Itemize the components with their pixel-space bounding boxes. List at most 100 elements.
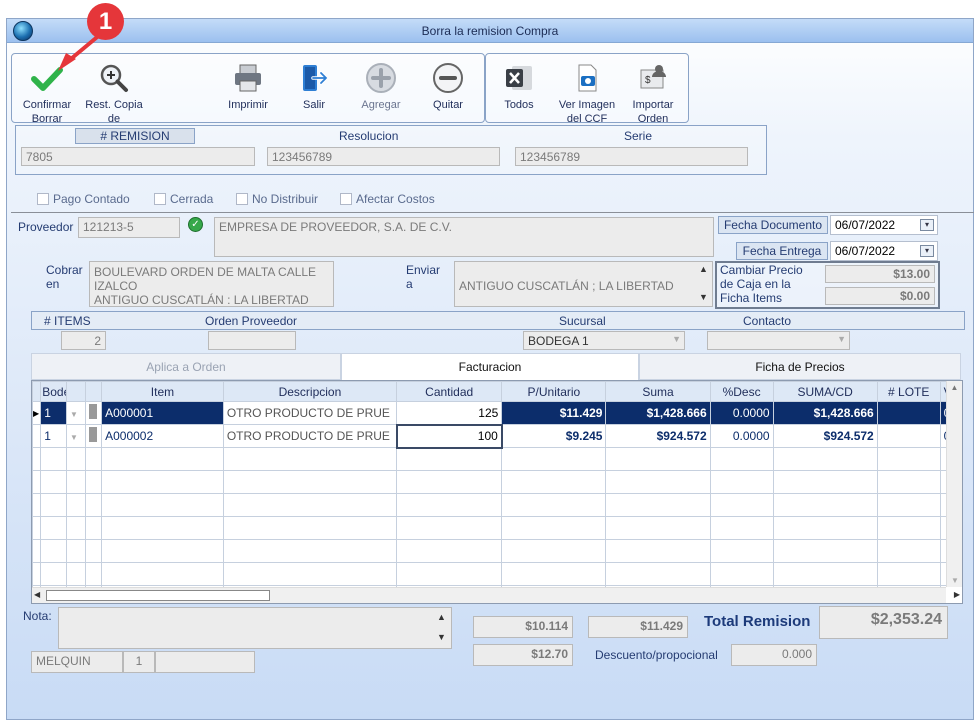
cell-descripcion[interactable]: OTRO PRODUCTO DE PRUE <box>222 401 398 425</box>
table-row[interactable]: ▶ 1 ▼ A000001 OTRO PRODUCTO DE PRUE 125 … <box>32 401 962 425</box>
tab-facturacion[interactable]: Facturacion <box>341 353 639 381</box>
items-count-field: 2 <box>61 331 106 350</box>
no-distribuir-checkbox[interactable]: No Distribuir <box>236 192 318 206</box>
user-extra-field <box>155 651 255 673</box>
cell-suma[interactable]: $924.572 <box>605 424 711 448</box>
col-header-cantidad[interactable]: Cantidad <box>396 381 503 402</box>
tab-ficha-precios[interactable]: Ficha de Precios <box>639 353 961 380</box>
remision-label: # REMISION <box>75 128 195 144</box>
enviar-label: Enviar a <box>406 263 441 291</box>
cell-punitario[interactable]: $11.429 <box>501 401 607 425</box>
cobrar-address-field[interactable]: BOULEVARD ORDEN DE MALTA CALLE IZALCO AN… <box>89 261 334 307</box>
cell-bodega-dropdown[interactable]: ▼ <box>66 424 86 448</box>
cell-suma-cd[interactable]: $924.572 <box>772 424 878 448</box>
tab-aplica-orden[interactable]: Aplica a Orden <box>31 353 341 380</box>
checkbox-label: No Distribuir <box>252 192 319 206</box>
cell-descripcion[interactable]: OTRO PRODUCTO DE PRUE <box>222 424 398 448</box>
descuento-label: Descuento/propocional <box>595 648 718 662</box>
scroll-up-icon[interactable]: ▲ <box>699 264 708 274</box>
export-all-button[interactable]: Todos <box>497 62 541 112</box>
afectar-costos-checkbox[interactable]: Afectar Costos <box>340 192 435 206</box>
items-grid[interactable]: Bodega Item Descripcion Cantidad P/Unita… <box>31 380 963 604</box>
cell-punitario[interactable]: $9.245 <box>501 424 607 448</box>
import-order-button[interactable]: $ Importar Orden <box>627 62 679 126</box>
scroll-down-icon[interactable]: ▼ <box>947 576 962 585</box>
cell-cantidad[interactable]: 100 <box>395 423 503 449</box>
orden-proveedor-field[interactable] <box>208 331 296 350</box>
vertical-scrollbar[interactable]: ▲ ▼ <box>946 381 962 587</box>
cell-item[interactable]: A000002 <box>101 424 224 448</box>
chevron-down-icon: ▼ <box>70 433 78 442</box>
cell-desc-pct[interactable]: 0.0000 <box>709 424 774 448</box>
scroll-thumb[interactable] <box>46 590 270 601</box>
resolucion-field[interactable]: 123456789 <box>267 147 500 166</box>
col-header-bodega[interactable]: Bodega <box>40 381 68 402</box>
remision-field[interactable]: 7805 <box>21 147 255 166</box>
sucursal-select[interactable]: BODEGA 1 ▼ <box>523 331 685 350</box>
col-header-punitario[interactable]: P/Unitario <box>501 381 607 402</box>
nota-field[interactable] <box>58 607 452 649</box>
exit-button[interactable]: Salir <box>290 62 338 112</box>
info-header-bar <box>31 311 965 330</box>
col-header-suma[interactable]: Suma <box>605 381 711 402</box>
calendar-icon: ▾ <box>920 219 934 231</box>
verified-check-icon: ✓ <box>188 217 203 232</box>
window-title: Borra la remision Compra <box>421 24 559 38</box>
cell-desc-pct[interactable]: 0.0000 <box>709 401 774 425</box>
cell-flag[interactable] <box>84 401 103 425</box>
items-count-label: # ITEMS <box>44 314 91 328</box>
pago-contado-checkbox[interactable]: Pago Contado <box>37 192 130 206</box>
col-header-desc-pct[interactable]: %Desc <box>709 381 774 402</box>
cell-flag[interactable] <box>84 424 103 448</box>
add-button[interactable]: Agregar <box>355 62 407 112</box>
fecha-entrega-picker[interactable]: 06/07/2022 ▾ <box>830 241 938 261</box>
confirm-delete-label: Confirmar Borrar <box>22 99 72 125</box>
remove-button[interactable]: Quitar <box>424 62 472 112</box>
fecha-documento-value: 06/07/2022 <box>835 218 896 232</box>
enviar-address-field[interactable]: ANTIGUO CUSCATLÁN ; LA LIBERTAD <box>454 261 713 307</box>
subtotal-value-2: $11.429 <box>588 616 688 638</box>
fecha-documento-picker[interactable]: 06/07/2022 ▾ <box>830 215 938 235</box>
col-header-lote[interactable]: # LOTE <box>876 381 941 402</box>
scroll-up-icon[interactable]: ▲ <box>437 612 446 622</box>
cambiar-precio-value-1[interactable]: $13.00 <box>825 265 935 283</box>
table-row[interactable]: 1 ▼ A000002 OTRO PRODUCTO DE PRUE 100 $9… <box>32 423 962 449</box>
descuento-field[interactable]: 0.000 <box>731 644 817 666</box>
scroll-left-icon[interactable]: ◀ <box>34 590 40 599</box>
view-image-button[interactable]: Ver Imagen del CCF <box>555 62 619 126</box>
cell-suma[interactable]: $1,428.666 <box>605 401 711 425</box>
cell-item[interactable]: A000001 <box>101 401 224 425</box>
cell-lote[interactable] <box>876 424 941 448</box>
grey-flag-icon <box>88 427 97 442</box>
col-header-suma-cd[interactable]: SUMA/CD <box>772 381 878 402</box>
horizontal-scrollbar[interactable]: ◀ ▶ <box>32 587 960 603</box>
remove-label: Quitar <box>433 99 463 111</box>
total-remision-label: Total Remision <box>704 613 811 630</box>
scroll-down-icon[interactable]: ▼ <box>437 632 446 642</box>
plus-circle-icon <box>366 63 396 93</box>
print-button[interactable]: Imprimir <box>222 62 274 112</box>
cambiar-precio-value-2[interactable]: $0.00 <box>825 287 935 305</box>
cerrada-checkbox[interactable]: Cerrada <box>154 192 213 206</box>
col-header-blank-1[interactable] <box>66 381 86 402</box>
col-header-blank-2[interactable] <box>84 381 103 402</box>
scroll-up-icon[interactable]: ▲ <box>947 383 962 392</box>
nota-label: Nota: <box>23 609 52 623</box>
cell-cantidad[interactable]: 125 <box>396 401 503 425</box>
sucursal-label: Sucursal <box>559 314 606 328</box>
scroll-right-icon[interactable]: ▶ <box>954 590 960 599</box>
cell-bodega[interactable]: 1 <box>40 424 68 448</box>
cell-suma-cd[interactable]: $1,428.666 <box>772 401 878 425</box>
cell-bodega-dropdown[interactable]: ▼ <box>66 401 86 425</box>
cell-bodega[interactable]: 1 <box>40 401 68 425</box>
scroll-down-icon[interactable]: ▼ <box>699 292 708 302</box>
view-image-label: Ver Imagen del CCF <box>558 99 616 125</box>
proveedor-code-field[interactable]: 121213-5 <box>78 217 180 238</box>
col-header-item[interactable]: Item <box>101 381 224 402</box>
proveedor-name-field: EMPRESA DE PROVEEDOR, S.A. DE C.V. <box>214 217 714 257</box>
serie-field[interactable]: 123456789 <box>515 147 748 166</box>
checkbox-label: Pago Contado <box>53 192 130 206</box>
contacto-select[interactable]: ▼ <box>707 331 850 350</box>
cell-lote[interactable] <box>876 401 941 425</box>
col-header-descripcion[interactable]: Descripcion <box>222 381 398 402</box>
